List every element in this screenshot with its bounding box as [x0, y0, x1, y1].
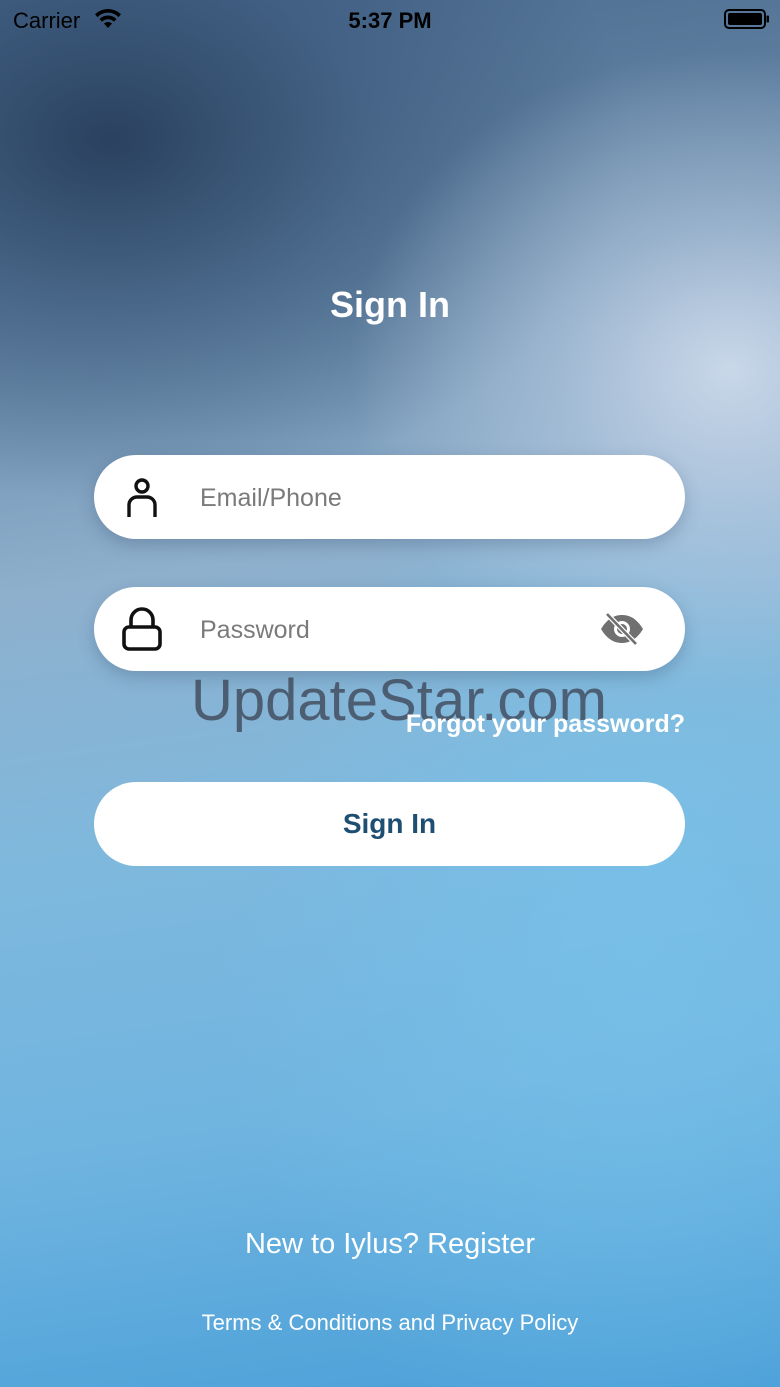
email-input[interactable]: [198, 475, 582, 521]
password-input[interactable]: [198, 607, 582, 653]
register-link[interactable]: New to Iylus? Register: [0, 1228, 780, 1261]
legal-conjunction: and: [398, 1310, 436, 1335]
terms-link[interactable]: Terms & Conditions: [202, 1310, 393, 1335]
forgot-password-link[interactable]: Forgot your password?: [406, 710, 685, 739]
legal-links: Terms & Conditions and Privacy Policy: [0, 1310, 780, 1336]
clock: 5:37 PM: [348, 8, 432, 33]
email-field-container[interactable]: [94, 455, 685, 539]
lock-icon: [122, 607, 162, 651]
battery-icon: [724, 9, 769, 29]
password-field-container[interactable]: [94, 587, 685, 671]
status-bar: Carrier 5:37 PM: [0, 0, 780, 40]
privacy-link[interactable]: Privacy Policy: [441, 1310, 578, 1335]
user-icon: [127, 478, 157, 517]
page-title: Sign In: [330, 284, 450, 325]
eye-slash-icon[interactable]: [598, 611, 646, 647]
sign-in-button[interactable]: Sign In: [94, 782, 685, 866]
